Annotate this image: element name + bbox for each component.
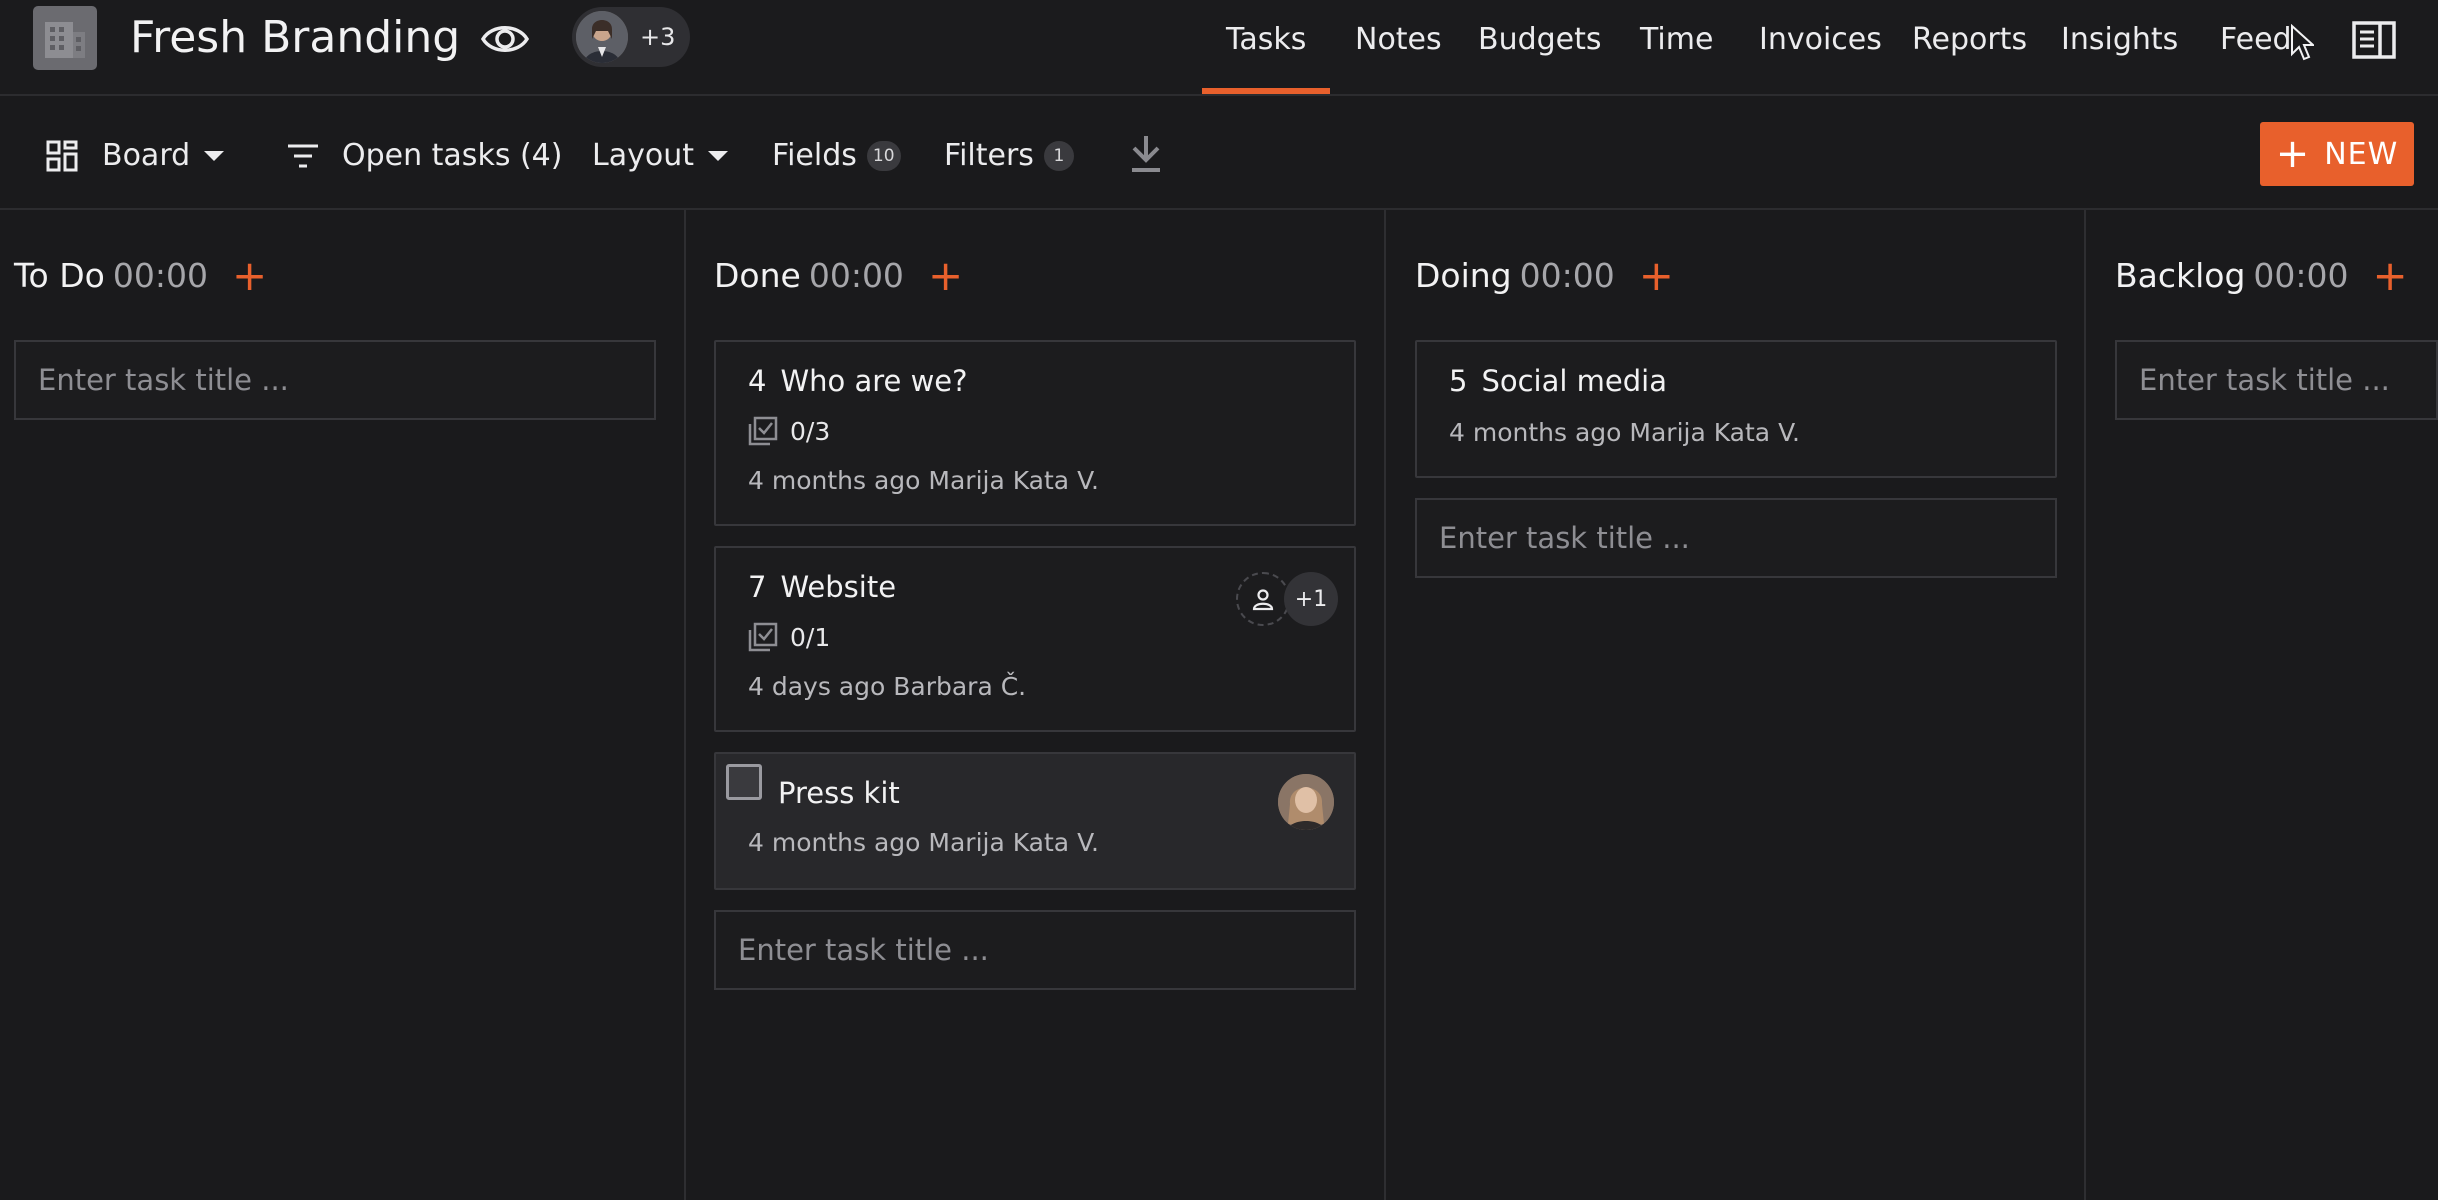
tab-invoices[interactable]: Invoices bbox=[1759, 22, 1882, 57]
new-task-input[interactable] bbox=[14, 340, 656, 420]
column-time: 00:00 bbox=[2253, 256, 2349, 295]
checklist-count: 0/3 bbox=[790, 416, 831, 446]
column-time: 00:00 bbox=[112, 256, 208, 295]
column-name: Done bbox=[714, 256, 801, 295]
fields-label: Fields bbox=[772, 138, 857, 173]
task-title-text: Who are we? bbox=[780, 364, 968, 398]
column-header-backlog: Backlog 00:00 + bbox=[2115, 254, 2408, 296]
filters-button[interactable]: Filters 1 bbox=[944, 138, 1074, 173]
layout-dropdown[interactable]: Layout bbox=[592, 138, 728, 173]
filter-icon bbox=[288, 144, 318, 167]
task-card[interactable]: 4 Who are we? 0/3 4 months ago Marija Kat… bbox=[714, 340, 1356, 526]
fields-button[interactable]: Fields 10 bbox=[772, 138, 901, 173]
assignees-more-count[interactable]: +1 bbox=[1284, 572, 1338, 626]
fields-count-badge: 10 bbox=[866, 140, 901, 171]
column-time: 00:00 bbox=[808, 256, 904, 295]
filter-summary-label: Open tasks (4) bbox=[342, 138, 563, 173]
add-task-icon[interactable]: + bbox=[232, 254, 267, 296]
add-assignee-icon[interactable] bbox=[1236, 572, 1290, 626]
tab-reports[interactable]: Reports bbox=[1912, 22, 2027, 57]
filter-summary[interactable]: Open tasks (4) bbox=[286, 138, 562, 173]
column-header-todo: To Do 00:00 + bbox=[14, 254, 267, 296]
toolbar: Board Open tasks (4) Layout Fields 10 Fi… bbox=[0, 96, 2438, 210]
grid-icon bbox=[46, 140, 78, 171]
side-panel-icon[interactable] bbox=[2352, 20, 2396, 60]
tab-budgets[interactable]: Budgets bbox=[1478, 22, 1602, 57]
task-meta: 4 months ago Marija Kata V. bbox=[748, 828, 1099, 857]
column-name: Backlog bbox=[2115, 256, 2246, 295]
task-title[interactable]: 7 Website bbox=[748, 570, 896, 604]
task-title[interactable]: 4 Who are we? bbox=[748, 364, 968, 398]
task-number: 4 bbox=[748, 364, 767, 398]
new-task-input[interactable] bbox=[1415, 498, 2057, 578]
task-number: 7 bbox=[748, 570, 767, 604]
download-icon[interactable] bbox=[1128, 134, 1164, 174]
new-task-input[interactable] bbox=[714, 910, 1356, 990]
checklist-count: 0/1 bbox=[790, 622, 831, 652]
column-time: 00:00 bbox=[1519, 256, 1615, 295]
task-title-text: Press kit bbox=[778, 776, 900, 810]
column-name: To Do bbox=[14, 256, 105, 295]
tab-time[interactable]: Time bbox=[1640, 22, 1713, 57]
column-divider bbox=[684, 210, 686, 1200]
task-title-text: Social media bbox=[1481, 364, 1667, 398]
task-title-text: Website bbox=[780, 570, 897, 604]
add-task-icon[interactable]: + bbox=[1639, 254, 1674, 296]
layout-label: Layout bbox=[592, 138, 694, 173]
mouse-cursor-icon bbox=[2290, 23, 2316, 62]
active-tab-indicator bbox=[1202, 88, 1330, 94]
task-meta: 4 months ago Marija Kata V. bbox=[1449, 418, 1800, 447]
tab-feed[interactable]: Feed bbox=[2220, 22, 2292, 57]
column-name: Doing bbox=[1415, 256, 1512, 295]
avatar[interactable] bbox=[1278, 774, 1334, 830]
column-divider bbox=[1384, 210, 1386, 1200]
tab-notes[interactable]: Notes bbox=[1355, 22, 1442, 57]
top-bar: Fresh Branding +3 Tasks Notes Budgets Ti… bbox=[0, 0, 2438, 96]
task-select-checkbox[interactable] bbox=[726, 764, 762, 800]
filters-label: Filters bbox=[944, 138, 1034, 173]
chevron-down-icon bbox=[204, 150, 225, 161]
task-card[interactable]: 7 Website +1 0/1 4 days ago Barbara Č. bbox=[714, 546, 1356, 732]
task-meta: 4 days ago Barbara Č. bbox=[748, 672, 1027, 701]
task-number: 5 bbox=[1449, 364, 1468, 398]
filters-count-badge: 1 bbox=[1043, 140, 1074, 171]
checklist-progress: 0/3 bbox=[748, 416, 830, 446]
add-task-icon[interactable]: + bbox=[2373, 254, 2408, 296]
main-nav: Tasks Notes Budgets Time Invoices Report… bbox=[0, 22, 2438, 62]
tab-insights[interactable]: Insights bbox=[2061, 22, 2178, 57]
task-title[interactable]: Press kit bbox=[778, 776, 900, 810]
new-task-button[interactable]: + NEW bbox=[2260, 122, 2414, 186]
task-title[interactable]: 5 Social media bbox=[1449, 364, 1667, 398]
view-selector[interactable]: Board bbox=[46, 138, 225, 173]
plus-icon: + bbox=[2275, 131, 2311, 177]
chevron-down-icon bbox=[707, 150, 728, 161]
checklist-progress: 0/1 bbox=[748, 622, 830, 652]
view-label: Board bbox=[102, 138, 191, 173]
column-header-doing: Doing 00:00 + bbox=[1415, 254, 1674, 296]
checklist-icon bbox=[748, 622, 778, 652]
checklist-icon bbox=[748, 416, 778, 446]
add-task-icon[interactable]: + bbox=[928, 254, 963, 296]
task-meta: 4 months ago Marija Kata V. bbox=[748, 466, 1099, 495]
task-card[interactable]: 5 Social media 4 months ago Marija Kata V… bbox=[1415, 340, 2057, 478]
column-header-done: Done 00:00 + bbox=[714, 254, 963, 296]
new-task-input[interactable] bbox=[2115, 340, 2438, 420]
task-card[interactable]: Press kit 4 months ago Marija Kata V. bbox=[714, 752, 1356, 890]
column-divider bbox=[2084, 210, 2086, 1200]
new-button-label: NEW bbox=[2324, 136, 2399, 172]
tab-tasks[interactable]: Tasks bbox=[1226, 22, 1306, 57]
